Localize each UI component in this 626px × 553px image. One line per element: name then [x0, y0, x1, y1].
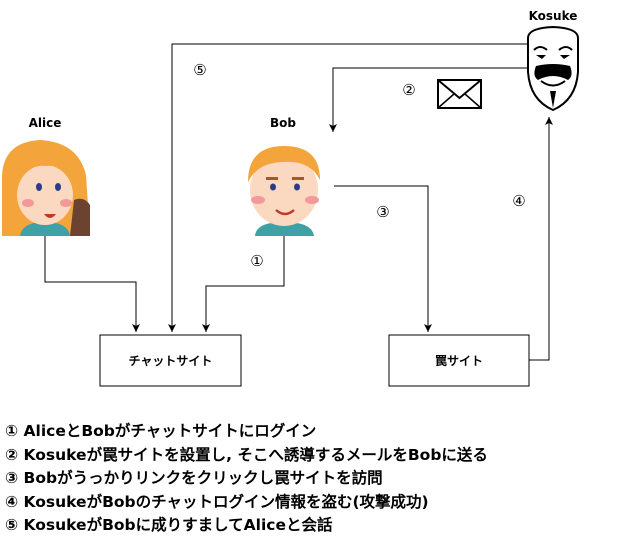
alice-to-chat-arrow: [44, 236, 140, 332]
girl-face-icon: [0, 136, 90, 236]
trap-site-label: 罠サイト: [435, 354, 483, 368]
kosuke-name: Kosuke: [529, 9, 578, 23]
chat-site-box: チャットサイト: [99, 334, 242, 387]
edge-label-step1: ①: [250, 252, 263, 270]
step-item-5: ⑤ KosukeがBobに成りすましてAliceと会話: [5, 516, 333, 534]
bob-to-chat-arrow: [202, 236, 285, 332]
trap-to-kosuke-arrow: [529, 117, 553, 361]
envelope-icon: [437, 79, 482, 109]
step-item-2: ② Kosukeが罠サイトを設置し, そこへ誘導するメールをBobに送る: [5, 445, 488, 464]
bob-name: Bob: [270, 116, 296, 130]
edge-label-step3: ③: [376, 203, 389, 221]
edge-label-step4: ④: [512, 192, 525, 210]
edge-label-step5: ⑤: [193, 61, 206, 79]
step-item-4: ④ KosukeがBobのチャットログイン情報を盗む(攻撃成功): [5, 492, 429, 511]
trap-site-box: 罠サイト: [388, 334, 530, 387]
kosuke-to-bob-mail-arrow: [329, 67, 528, 132]
alice-name: Alice: [29, 116, 62, 130]
step-item-3: ③ Bobがうっかりリンクをクリックし罠サイトを訪問: [5, 469, 383, 487]
boy-face-icon: [233, 136, 334, 236]
guy-fawkes-mask-icon: [527, 25, 579, 112]
edge-label-step2: ②: [402, 81, 415, 99]
step-item-1: ① AliceとBobがチャットサイトにログイン: [5, 422, 317, 440]
step-list: ① AliceとBobがチャットサイトにログイン ② Kosukeが罠サイトを設…: [5, 420, 488, 538]
chat-site-label: チャットサイト: [129, 354, 213, 368]
